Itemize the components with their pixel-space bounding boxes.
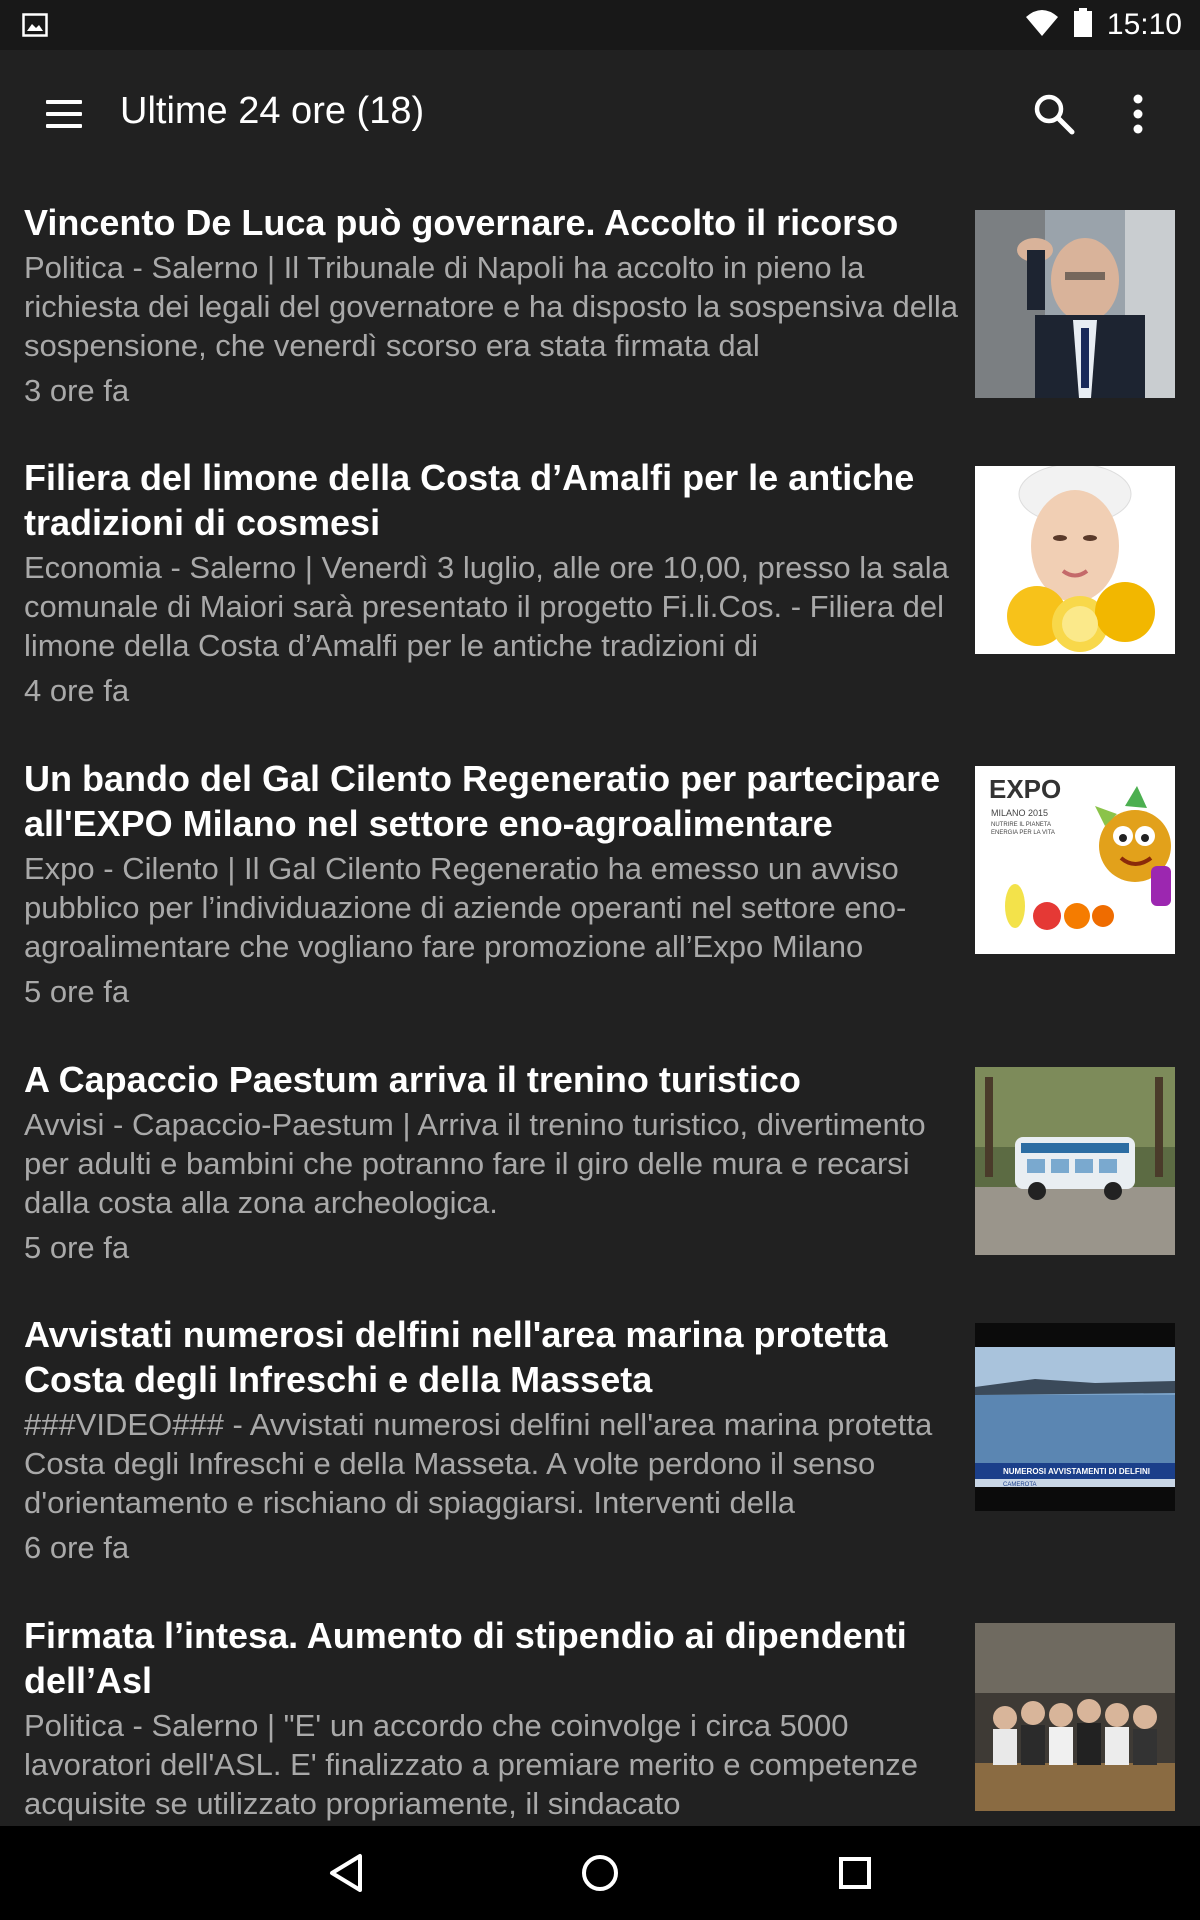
news-time: 6 ore fa (24, 1530, 130, 1565)
status-time: 15:10 (1106, 8, 1182, 41)
search-icon (1030, 94, 1078, 142)
news-title: Avvistati numerosi delfini nell'area mar… (24, 1314, 888, 1400)
news-item[interactable]: A Capaccio Paestum arriva il trenino tur… (0, 1057, 1200, 1307)
expo-logo-text: EXPO (989, 774, 1061, 804)
news-time: 5 ore fa (24, 974, 130, 1009)
home-icon (565, 1855, 635, 1910)
news-item[interactable]: Vincento De Luca può governare. Accolto … (0, 200, 1200, 440)
news-summary: Politica - Salerno | Il Tribunale di Nap… (24, 250, 959, 363)
search-button[interactable] (1030, 90, 1078, 138)
back-button[interactable] (310, 1840, 380, 1906)
news-thumbnail (975, 1067, 1175, 1255)
news-title: Filiera del limone della Costa d’Amalfi … (24, 457, 915, 543)
news-title: A Capaccio Paestum arriva il trenino tur… (24, 1059, 801, 1100)
status-bar: 15:10 (0, 0, 1200, 50)
more-vert-icon (1118, 94, 1158, 142)
news-summary: Avvisi - Capaccio-Paestum | Arriva il tr… (24, 1107, 926, 1220)
menu-icon-line (46, 124, 82, 128)
news-title: Vincento De Luca può governare. Accolto … (24, 202, 899, 243)
battery-icon (1073, 7, 1093, 43)
recents-button[interactable] (820, 1840, 890, 1906)
news-item[interactable]: Avvistati numerosi delfini nell'area mar… (0, 1312, 1200, 1602)
news-list[interactable]: Vincento De Luca può governare. Accolto … (0, 180, 1200, 1826)
wifi-icon (1025, 9, 1059, 42)
video-location-text: CAMEROTA (1003, 1482, 1037, 1488)
app-bar: Ultime 24 ore (18) (0, 50, 1200, 180)
video-banner-text: NUMEROSI AVVISTAMENTI DI DELFINI (1003, 1467, 1150, 1476)
menu-button[interactable] (40, 96, 84, 136)
navigation-bar (0, 1826, 1200, 1920)
expo-subtitle: MILANO 2015 (991, 808, 1048, 818)
image-notification-icon (22, 13, 48, 37)
news-summary: Politica - Salerno | "E' un accordo che … (24, 1708, 919, 1821)
back-icon (310, 1854, 380, 1910)
news-thumbnail: NUMEROSI AVVISTAMENTI DI DELFINI CAMEROT… (975, 1323, 1175, 1511)
more-options-button[interactable] (1118, 90, 1158, 138)
news-thumbnail (975, 466, 1175, 654)
news-time: 3 ore fa (24, 373, 130, 408)
recents-icon (820, 1857, 890, 1910)
news-time: 5 ore fa (24, 1230, 130, 1265)
expo-tagline-1: NUTRIRE IL PIANETA (991, 822, 1051, 828)
expo-tagline-2: ENERGIA PER LA VITA (991, 830, 1055, 836)
news-thumbnail: EXPO MILANO 2015 NUTRIRE IL PIANETA ENER… (975, 766, 1175, 954)
news-thumbnail (975, 210, 1175, 398)
menu-icon (46, 100, 82, 104)
news-summary: ###VIDEO### - Avvistati numerosi delfini… (24, 1407, 933, 1520)
news-item[interactable]: Firmata l’intesa. Aumento di stipendio a… (0, 1613, 1200, 1826)
news-title: Un bando del Gal Cilento Regeneratio per… (24, 758, 941, 844)
news-item[interactable]: Un bando del Gal Cilento Regeneratio per… (0, 756, 1200, 1046)
news-title: Firmata l’intesa. Aumento di stipendio a… (24, 1615, 907, 1701)
menu-icon-line (46, 112, 82, 116)
page-title: Ultime 24 ore (18) (120, 90, 425, 132)
news-time: 4 ore fa (24, 673, 130, 708)
news-summary: Expo - Cilento | Il Gal Cilento Regenera… (24, 851, 907, 964)
news-summary: Economia - Salerno | Venerdì 3 luglio, a… (24, 550, 949, 663)
home-button[interactable] (565, 1840, 635, 1906)
news-thumbnail (975, 1623, 1175, 1811)
news-item[interactable]: Filiera del limone della Costa d’Amalfi … (0, 455, 1200, 745)
